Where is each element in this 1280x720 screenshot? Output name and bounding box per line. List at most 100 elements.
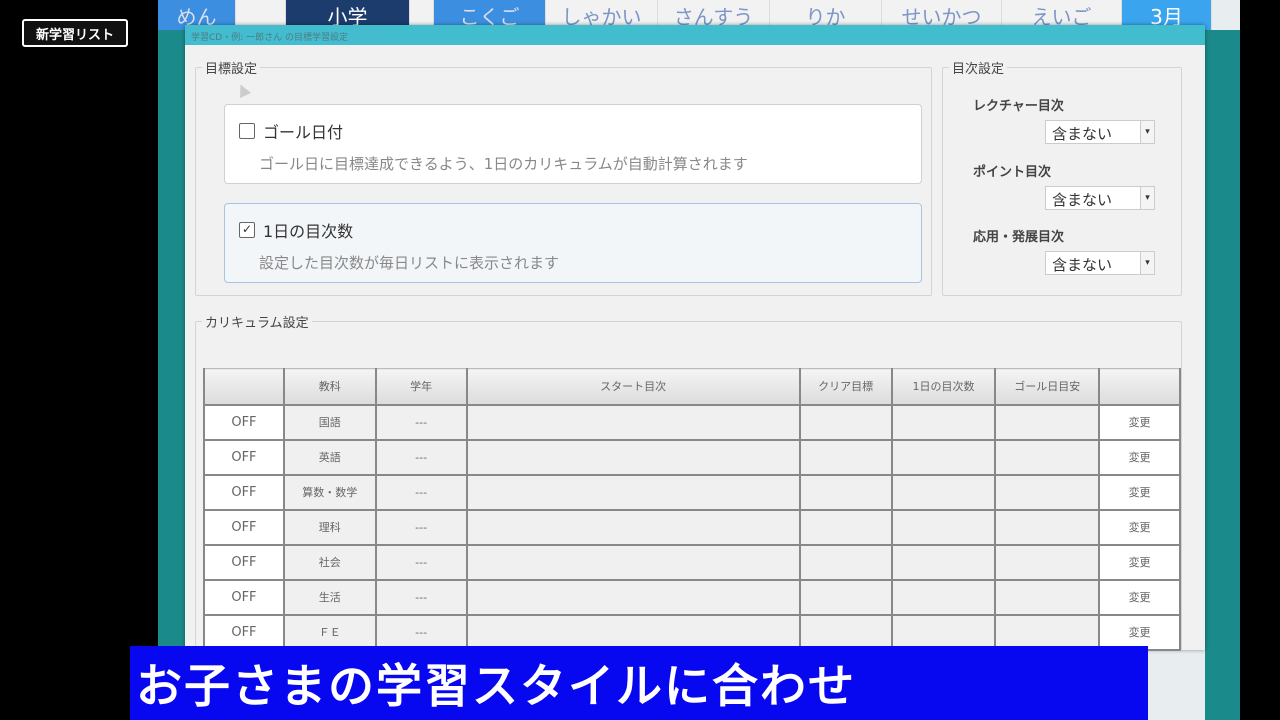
- change-button[interactable]: 変更: [1098, 578, 1181, 616]
- table-row: OFF ＦＥ --- 変更: [203, 613, 1181, 651]
- col-action: [1098, 368, 1181, 406]
- start-toc-cell: [465, 578, 801, 616]
- daily-count-cell: [890, 543, 997, 581]
- grade-cell: ---: [374, 473, 468, 511]
- goal-date-checkbox[interactable]: [239, 123, 255, 139]
- daily-count-cell: [890, 403, 997, 441]
- table-row: OFF 社会 --- 変更: [203, 543, 1181, 581]
- option-label: ゴール日付: [263, 123, 344, 142]
- table-row: OFF 英語 --- 変更: [203, 438, 1181, 476]
- goal-date-cell: [994, 473, 1101, 511]
- lecture-toc-label: レクチャー目次: [973, 99, 1064, 114]
- change-button[interactable]: 変更: [1098, 473, 1181, 511]
- col-clear-goal: クリア目標: [798, 368, 893, 406]
- subject-cell: 算数・数学: [282, 473, 377, 511]
- clear-goal-cell: [798, 403, 893, 441]
- select-value: 含まない: [1052, 191, 1113, 209]
- daily-count-cell: [890, 438, 997, 476]
- start-toc-cell: [465, 543, 801, 581]
- col-start-toc: スタート目次: [465, 368, 801, 406]
- start-toc-cell: [465, 403, 801, 441]
- table-row: OFF 算数・数学 --- 変更: [203, 473, 1181, 511]
- goal-settings-dialog: 学習CD・例: 一郎さん の目標学習設定 目標設定 ゴール日付 ゴール日に目標達…: [185, 25, 1205, 652]
- change-button[interactable]: 変更: [1098, 403, 1181, 441]
- goal-date-cell: [994, 508, 1101, 546]
- col-subject: 教科: [282, 368, 377, 406]
- table-row: OFF 理科 --- 変更: [203, 508, 1181, 546]
- goal-section: 目標設定 ゴール日付 ゴール日に目標達成できるよう、1日のカリキュラムが自動計算…: [195, 58, 932, 296]
- clear-goal-cell: [798, 438, 893, 476]
- clear-goal-cell: [798, 578, 893, 616]
- select-value: 含まない: [1052, 125, 1113, 143]
- table-row: OFF 国語 --- 変更: [203, 403, 1181, 441]
- subject-cell: 国語: [282, 403, 377, 441]
- goal-section-legend: 目標設定: [205, 62, 258, 77]
- goal-date-cell: [994, 543, 1101, 581]
- goal-date-cell: [994, 403, 1101, 441]
- toggle-button[interactable]: OFF: [203, 508, 285, 546]
- daily-count-checkbox[interactable]: ✓: [239, 222, 255, 238]
- toggle-button[interactable]: OFF: [203, 403, 285, 441]
- grade-cell: ---: [374, 613, 468, 651]
- advanced-toc-select[interactable]: 含まない ▾: [1045, 251, 1155, 275]
- table-row: OFF 生活 --- 変更: [203, 578, 1181, 616]
- dialog-title: 学習CD・例: 一郎さん の目標学習設定: [185, 25, 1205, 45]
- grade-cell: ---: [374, 508, 468, 546]
- option-label: 1日の目次数: [263, 222, 354, 241]
- toggle-button[interactable]: OFF: [203, 613, 285, 651]
- toggle-button[interactable]: OFF: [203, 578, 285, 616]
- start-toc-cell: [465, 613, 801, 651]
- goal-date-cell: [994, 578, 1101, 616]
- subject-cell: 理科: [282, 508, 377, 546]
- left-panel: [158, 30, 185, 720]
- option-desc: 設定した目次数が毎日リストに表示されます: [259, 254, 560, 272]
- toggle-button[interactable]: OFF: [203, 543, 285, 581]
- toggle-button[interactable]: OFF: [203, 473, 285, 511]
- toc-section-legend: 目次設定: [952, 62, 1005, 77]
- subject-cell: 社会: [282, 543, 377, 581]
- daily-count-cell: [890, 613, 997, 651]
- goal-date-cell: [994, 613, 1101, 651]
- col-daily-count: 1日の目次数: [890, 368, 997, 406]
- clear-goal-cell: [798, 613, 893, 651]
- option-daily-count[interactable]: ✓ 1日の目次数 設定した目次数が毎日リストに表示されます: [224, 203, 922, 283]
- clear-goal-cell: [798, 543, 893, 581]
- advanced-toc-label: 応用・発展目次: [973, 230, 1065, 245]
- clear-goal-cell: [798, 508, 893, 546]
- point-toc-select[interactable]: 含まない ▾: [1045, 186, 1155, 210]
- col-toggle: [203, 368, 285, 406]
- daily-count-cell: [890, 508, 997, 546]
- right-panel: [1205, 30, 1240, 720]
- daily-count-cell: [890, 578, 997, 616]
- col-grade: 学年: [374, 368, 468, 406]
- change-button[interactable]: 変更: [1098, 508, 1181, 546]
- dropdown-arrow-icon: ▾: [1140, 187, 1154, 209]
- start-toc-cell: [465, 473, 801, 511]
- grade-cell: ---: [374, 543, 468, 581]
- option-desc: ゴール日に目標達成できるよう、1日のカリキュラムが自動計算されます: [259, 155, 748, 173]
- change-button[interactable]: 変更: [1098, 543, 1181, 581]
- grade-cell: ---: [374, 438, 468, 476]
- goal-date-cell: [994, 438, 1101, 476]
- dropdown-arrow-icon: ▾: [1140, 121, 1154, 143]
- clear-goal-cell: [798, 473, 893, 511]
- curriculum-table: 教科 学年 スタート目次 クリア目標 1日の目次数 ゴール日目安 OFF 国語 …: [203, 368, 1181, 651]
- dropdown-arrow-icon: ▾: [1140, 252, 1154, 274]
- subject-cell: ＦＥ: [282, 613, 377, 651]
- toggle-button[interactable]: OFF: [203, 438, 285, 476]
- toc-section: 目次設定 レクチャー目次 含まない ▾ ポイント目次 含まない ▾ 応用・発展目次 …: [942, 58, 1182, 296]
- select-value: 含まない: [1052, 256, 1113, 274]
- point-toc-label: ポイント目次: [973, 165, 1052, 180]
- change-button[interactable]: 変更: [1098, 438, 1181, 476]
- start-toc-cell: [465, 438, 801, 476]
- start-toc-cell: [465, 508, 801, 546]
- subtitle-caption: お子さまの学習スタイルに合わせ: [130, 646, 1148, 720]
- curriculum-section-legend: カリキュラム設定: [205, 316, 309, 331]
- overlay-badge: 新学習リスト: [22, 19, 128, 47]
- option-goal-date[interactable]: ゴール日付 ゴール日に目標達成できるよう、1日のカリキュラムが自動計算されます: [224, 104, 922, 184]
- lecture-toc-select[interactable]: 含まない ▾: [1045, 120, 1155, 144]
- subject-cell: 英語: [282, 438, 377, 476]
- change-button[interactable]: 変更: [1098, 613, 1181, 651]
- subject-cell: 生活: [282, 578, 377, 616]
- grade-cell: ---: [374, 403, 468, 441]
